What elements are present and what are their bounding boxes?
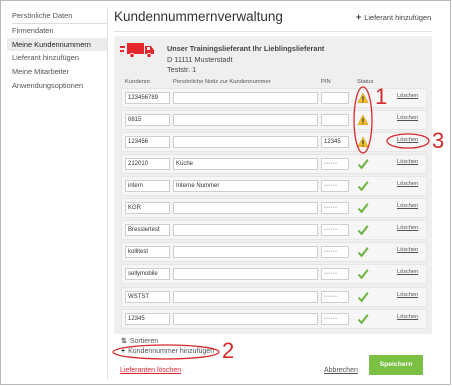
pin-input[interactable]: •••••• <box>321 158 349 170</box>
annotation-marker-2: 2 <box>222 338 235 363</box>
pin-input[interactable]: •••••• <box>321 224 349 236</box>
note-input[interactable] <box>173 268 318 280</box>
delete-link[interactable]: Löschen <box>397 115 418 121</box>
table-row: KGR •••••• Löschen <box>0 198 452 218</box>
warning-icon <box>357 136 369 148</box>
delete-link[interactable]: Löschen <box>397 93 418 99</box>
note-input[interactable]: Interne Nummer <box>173 180 318 192</box>
table-row: Bresslertest •••••• Löschen <box>0 220 452 240</box>
delete-link[interactable]: Löschen <box>397 292 418 298</box>
table-row: sellymobile •••••• Löschen <box>0 264 452 284</box>
delete-link[interactable]: Löschen <box>397 181 418 187</box>
customer-number-input[interactable]: 123456789 <box>125 92 170 104</box>
delete-link[interactable]: Löschen <box>397 225 418 231</box>
delete-link[interactable]: Löschen <box>397 247 418 253</box>
plus-icon: + <box>356 12 362 22</box>
table-row: 212010 Küche •••••• Löschen <box>0 154 452 174</box>
sort-label: Sortieren <box>129 338 159 345</box>
add-supplier-label: Lieferant hinzufügen <box>364 13 432 22</box>
checkmark-icon <box>357 247 369 258</box>
checkmark-icon <box>357 314 369 325</box>
delete-link[interactable]: Löschen <box>397 159 418 165</box>
customer-number-input[interactable]: WSTST <box>125 291 170 303</box>
note-input[interactable]: Küche <box>173 158 318 170</box>
table-row: WSTST •••••• Löschen <box>0 287 452 307</box>
note-input[interactable] <box>173 313 318 325</box>
save-button[interactable]: Speichern <box>369 355 423 375</box>
sidebar: Persönliche Daten Firmendaten Meine Kund… <box>7 9 108 93</box>
warning-icon <box>357 114 369 126</box>
pin-input[interactable]: •••••• <box>321 202 349 214</box>
customer-number-input[interactable]: 123456 <box>125 136 170 148</box>
checkmark-icon <box>357 203 369 214</box>
sidebar-item-mitarbeiter[interactable]: Meine Mitarbeiter <box>7 65 107 79</box>
note-input[interactable] <box>173 136 318 148</box>
customer-number-input[interactable]: 0815 <box>125 114 170 126</box>
column-header-number: Kundennr. <box>125 79 152 85</box>
note-input[interactable] <box>173 114 318 126</box>
checkmark-icon <box>357 159 369 170</box>
pin-input[interactable]: •••••• <box>321 246 349 258</box>
pin-input[interactable]: •••••• <box>321 313 349 325</box>
table-row: 0815 Löschen <box>0 110 452 130</box>
customer-number-input[interactable]: sellymobile <box>125 268 170 280</box>
annotation-marker-3: 3 <box>432 128 445 153</box>
pin-input[interactable]: 12345 <box>321 136 349 148</box>
sidebar-item-lieferant-hinzufuegen[interactable]: Lieferant hinzufügen <box>7 51 107 65</box>
table-row: 12345 •••••• Löschen <box>0 309 452 329</box>
pin-input[interactable]: •••••• <box>321 268 349 280</box>
add-customer-number-link[interactable]: + Kundennummer hinzufügen <box>121 348 214 355</box>
supplier-city: D 11111 Musterstadt <box>167 55 233 64</box>
add-customer-number-label: Kundennummer hinzufügen <box>128 348 215 355</box>
delete-link[interactable]: Löschen <box>397 314 418 320</box>
table-row: kollitest •••••• Löschen <box>0 242 452 262</box>
checkmark-icon <box>357 292 369 303</box>
note-input[interactable] <box>173 92 318 104</box>
checkmark-icon <box>357 181 369 192</box>
customer-number-input[interactable]: KGR <box>125 202 170 214</box>
customer-number-input[interactable]: Bresslertest <box>125 224 170 236</box>
delete-link[interactable]: Löschen <box>397 269 418 275</box>
sort-link[interactable]: ⇅ Sortieren <box>121 337 158 345</box>
column-header-status: Status <box>357 79 374 85</box>
delete-supplier-link[interactable]: Lieferanten löschen <box>120 367 181 374</box>
column-header-pin: PIN <box>321 79 331 85</box>
note-input[interactable] <box>173 202 318 214</box>
note-input[interactable] <box>173 291 318 303</box>
sidebar-item-firmendaten[interactable]: Firmendaten <box>7 24 107 38</box>
customer-number-input[interactable]: 12345 <box>125 313 170 325</box>
page-title: Kundennummernverwaltung <box>114 9 283 24</box>
table-row: intern Interne Nummer •••••• Löschen <box>0 176 452 196</box>
note-input[interactable] <box>173 246 318 258</box>
supplier-name: Unser Trainingslieferant Ihr Lieblingsli… <box>167 44 325 53</box>
delete-link[interactable]: Löschen <box>397 203 418 209</box>
sort-icon: ⇅ <box>121 338 127 345</box>
table-row: 123456 12345 Löschen <box>0 132 452 152</box>
delete-link[interactable]: Löschen <box>397 137 418 143</box>
sidebar-item-kundennummern[interactable]: Meine Kundennummern <box>7 37 107 52</box>
customer-number-input[interactable]: intern <box>125 180 170 192</box>
column-header-note: Persönliche Notiz zur Kundennummer <box>173 79 271 85</box>
note-input[interactable] <box>173 224 318 236</box>
plus-icon: + <box>121 348 126 355</box>
title-divider <box>114 31 432 32</box>
checkmark-icon <box>357 269 369 280</box>
pin-input[interactable] <box>321 92 349 104</box>
truck-icon <box>120 43 154 58</box>
supplier-street: Teststr. 1 <box>167 65 197 74</box>
add-supplier-link[interactable]: + Lieferant hinzufügen <box>356 12 431 22</box>
pin-input[interactable] <box>321 114 349 126</box>
customer-number-input[interactable]: kollitest <box>125 246 170 258</box>
annotation-marker-1: 1 <box>375 84 388 109</box>
pin-input[interactable]: •••••• <box>321 291 349 303</box>
cancel-link[interactable]: Abbrechen <box>324 367 358 374</box>
warning-icon <box>357 92 369 104</box>
customer-number-input[interactable]: 212010 <box>125 158 170 170</box>
sidebar-item-persoenliche-daten[interactable]: Persönliche Daten <box>7 9 107 23</box>
checkmark-icon <box>357 225 369 236</box>
pin-input[interactable]: •••••• <box>321 180 349 192</box>
